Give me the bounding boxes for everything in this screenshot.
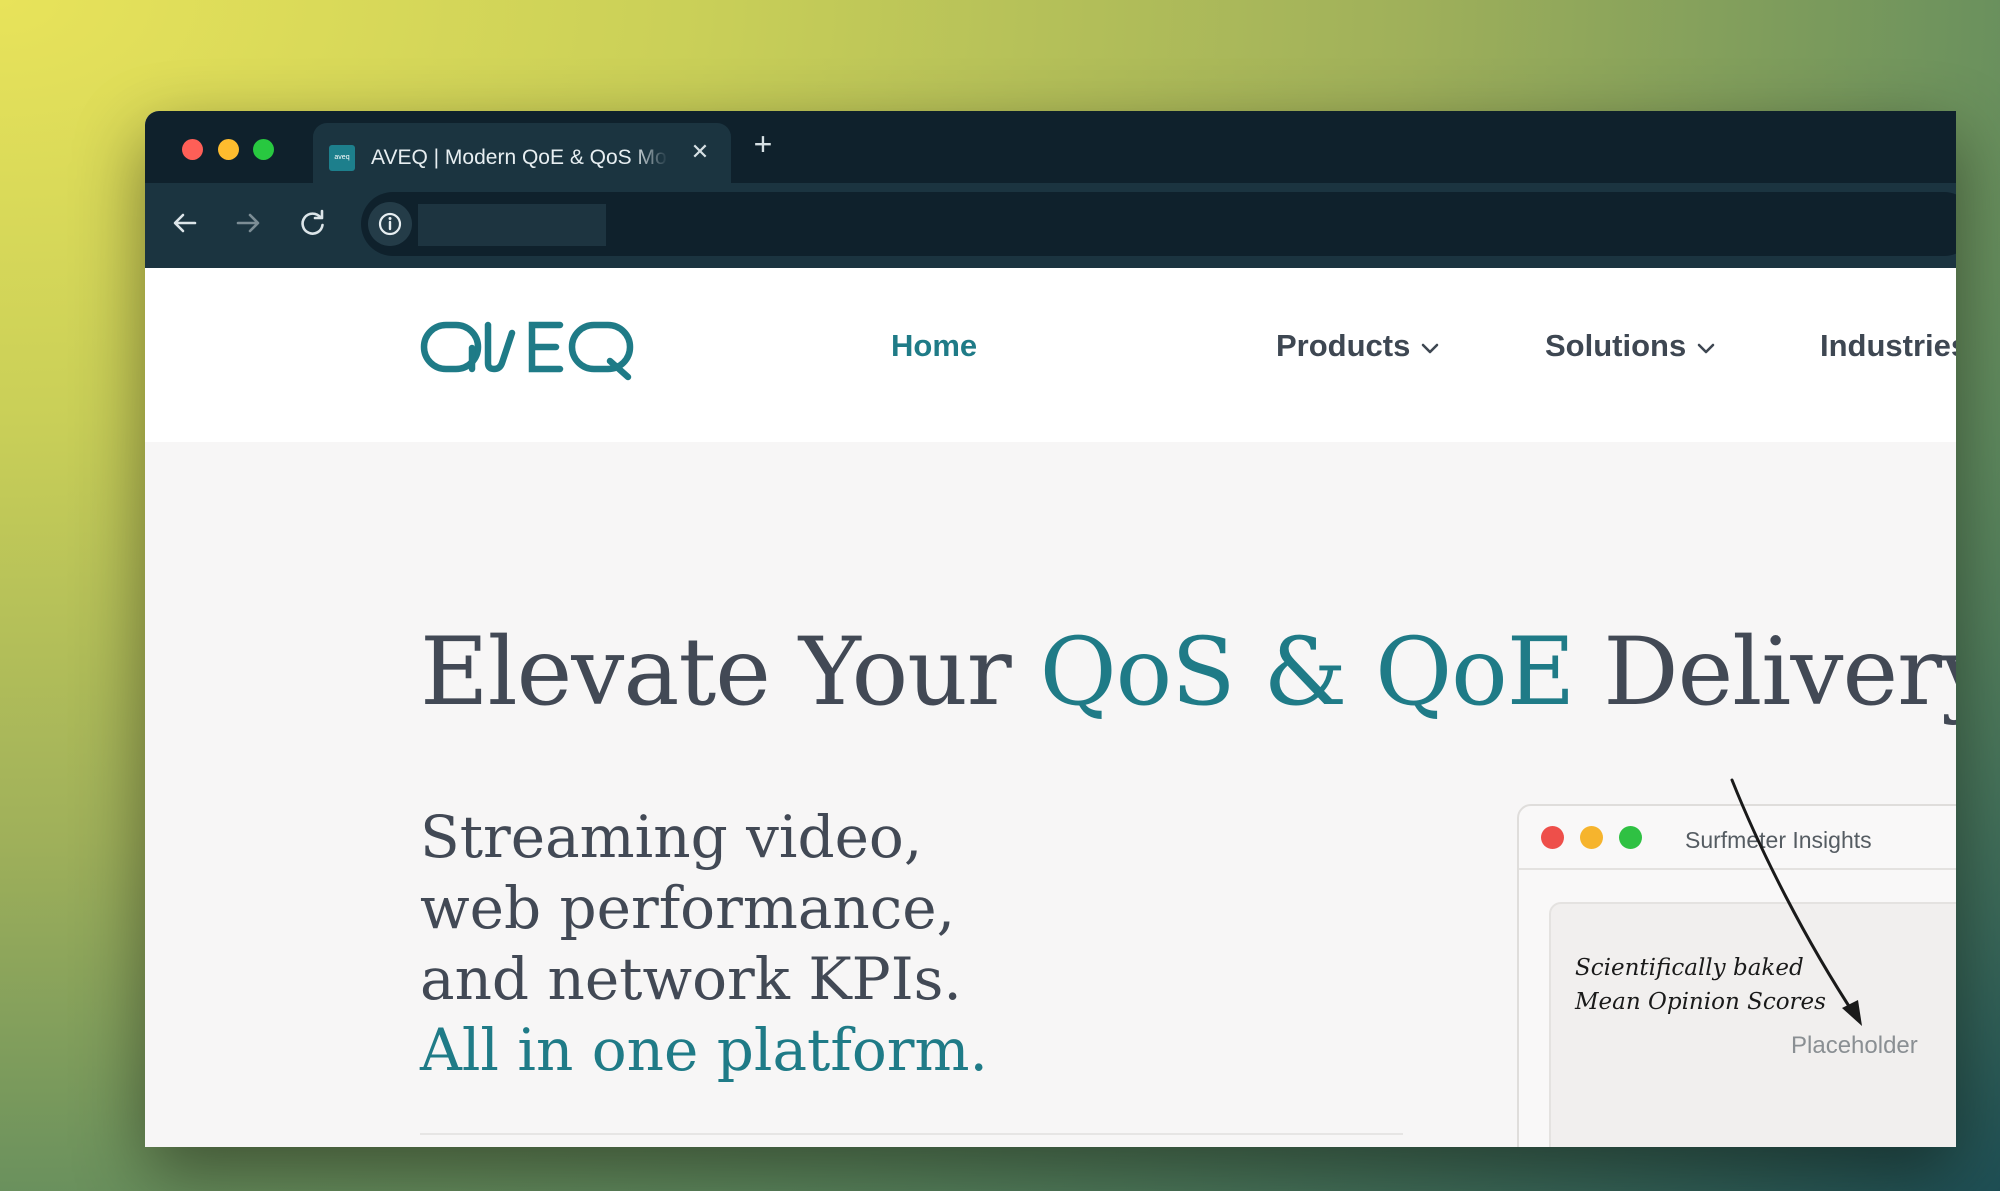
- nav-home-label: Home: [891, 328, 978, 363]
- divider: [420, 1133, 1403, 1135]
- nav-industries-label: Industries: [1820, 328, 1956, 363]
- site-info-icon[interactable]: [368, 202, 412, 246]
- chevron-down-icon: [1697, 343, 1715, 354]
- minimize-window-button[interactable]: [218, 139, 239, 160]
- tab-title: AVEQ | Modern QoE & QoS Monitoring: [371, 146, 668, 169]
- hero-title-accent: QoS & QoE: [1039, 618, 1576, 727]
- hero-subtitle-line: Streaming video,: [420, 803, 923, 871]
- nav-home[interactable]: Home: [891, 328, 977, 364]
- nav-solutions-label: Solutions: [1545, 328, 1687, 363]
- maximize-window-button[interactable]: [253, 139, 274, 160]
- hero-title-start: Elevate Your: [420, 618, 1040, 727]
- tab-close-icon[interactable]: ✕: [685, 139, 715, 165]
- hero-subtitle-accent: All in one platform.: [420, 1016, 988, 1084]
- insights-minimize-dot: [1580, 826, 1603, 849]
- browser-window: aveq AVEQ | Modern QoE & QoS Monitoring …: [145, 111, 1956, 1147]
- nav-industries[interactable]: Industries: [1820, 328, 1956, 364]
- annotation-arrow-icon: [1730, 778, 1862, 1026]
- site-header: Home Products Solutions Industries: [145, 268, 1956, 442]
- hero-subtitle-line: web performance,: [420, 874, 955, 942]
- aveq-logo[interactable]: [420, 313, 640, 383]
- reload-icon[interactable]: [291, 201, 335, 245]
- address-bar[interactable]: [361, 192, 1956, 256]
- favicon-icon: aveq: [329, 145, 355, 171]
- chevron-down-icon: [1422, 343, 1439, 354]
- hero-title: Elevate Your QoS & QoE Delivery: [420, 618, 1956, 727]
- new-tab-button[interactable]: +: [743, 126, 783, 163]
- nav-solutions[interactable]: Solutions: [1545, 328, 1716, 364]
- nav-products-label: Products: [1276, 328, 1411, 363]
- browser-tab[interactable]: aveq AVEQ | Modern QoE & QoS Monitoring …: [313, 123, 731, 187]
- hero-title-end: Delivery: [1574, 618, 1956, 727]
- back-arrow-icon[interactable]: [163, 201, 207, 245]
- forward-arrow-icon[interactable]: [226, 201, 270, 245]
- insights-close-dot: [1541, 826, 1564, 849]
- browser-toolbar: [145, 183, 1956, 268]
- insights-maximize-dot: [1619, 826, 1642, 849]
- url-input[interactable]: [418, 204, 606, 246]
- hero-subtitle-line: and network KPIs.: [420, 945, 962, 1013]
- tab-bar: aveq AVEQ | Modern QoE & QoS Monitoring …: [145, 111, 1956, 187]
- close-window-button[interactable]: [182, 139, 203, 160]
- hero-subtitle: Streaming video, web performance, and ne…: [420, 802, 988, 1086]
- web-page: Home Products Solutions Industries Eleva…: [145, 268, 1956, 1147]
- nav-products[interactable]: Products: [1276, 328, 1440, 364]
